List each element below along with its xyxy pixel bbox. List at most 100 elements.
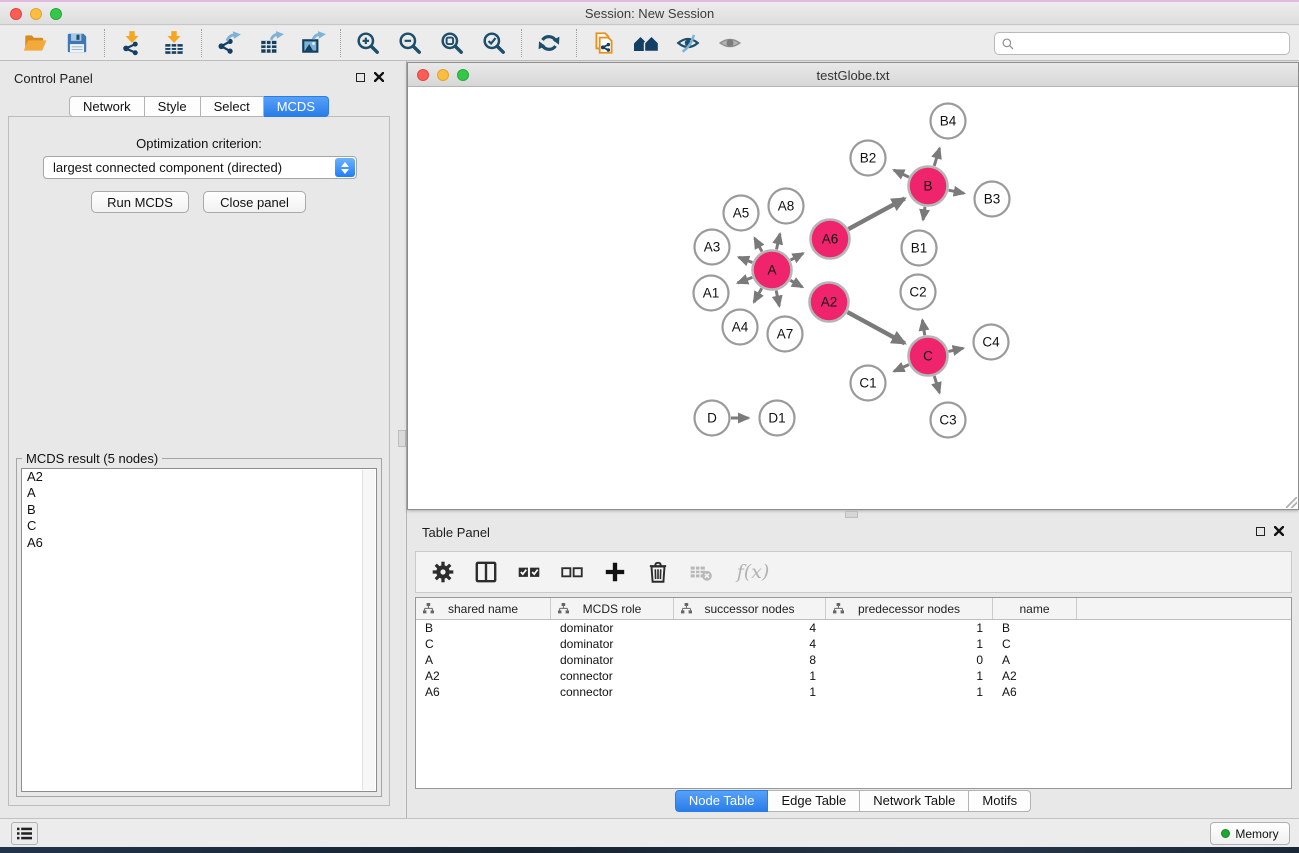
duplicate-network-button[interactable] [589, 29, 619, 57]
node-A2[interactable]: A2 [810, 283, 849, 322]
result-item[interactable]: B [22, 502, 376, 518]
refresh-view-button[interactable] [534, 29, 564, 57]
edge-C-C3[interactable] [934, 376, 939, 393]
cell-shared-name[interactable]: A6 [416, 685, 551, 699]
task-history-button[interactable] [11, 822, 38, 845]
memory-button[interactable]: Memory [1210, 822, 1290, 845]
node-A7[interactable]: A7 [768, 317, 803, 352]
cell-name[interactable]: A2 [993, 669, 1077, 683]
edge-A-A6[interactable] [791, 253, 804, 260]
column-header-predecessor-nodes[interactable]: predecessor nodes [826, 598, 993, 619]
zoom-out-button[interactable] [395, 29, 425, 57]
control-panel-close-button[interactable] [374, 72, 384, 82]
edge-A-A7[interactable] [776, 291, 779, 306]
table-row[interactable]: A2connector11A2 [416, 668, 1291, 684]
edge-B-B4[interactable] [934, 148, 939, 166]
delete-columns-button[interactable] [645, 559, 671, 585]
zoom-fit-button[interactable] [437, 29, 467, 57]
close-panel-button[interactable]: Close panel [203, 191, 306, 213]
cell-shared-name[interactable]: A [416, 653, 551, 667]
edge-B-B2[interactable] [894, 170, 909, 177]
edge-A-A2[interactable] [790, 280, 802, 287]
node-A6[interactable]: A6 [811, 220, 850, 259]
cell-shared-name[interactable]: B [416, 621, 551, 635]
import-network-button[interactable] [117, 29, 147, 57]
cell-name[interactable]: A [993, 653, 1077, 667]
cell-name[interactable]: C [993, 637, 1077, 651]
edge-A-A3[interactable] [739, 257, 753, 262]
cell-MCDS-role[interactable]: dominator [551, 637, 674, 651]
save-session-button[interactable] [62, 29, 92, 57]
table-panel-close-button[interactable] [1274, 526, 1284, 536]
result-item[interactable]: C [22, 518, 376, 534]
cell-predecessor-nodes[interactable]: 1 [826, 669, 993, 683]
column-header-shared-name[interactable]: shared name [416, 598, 551, 619]
birds-eye-view-button[interactable] [715, 29, 745, 57]
table-row[interactable]: Bdominator41B [416, 620, 1291, 636]
tab-edge-table[interactable]: Edge Table [768, 790, 860, 812]
edge-C-C4[interactable] [948, 348, 963, 351]
table-settings-button[interactable] [430, 559, 456, 585]
node-B2[interactable]: B2 [851, 141, 886, 176]
export-network-button[interactable] [214, 29, 244, 57]
tab-motifs[interactable]: Motifs [969, 790, 1031, 812]
node-A3[interactable]: A3 [695, 230, 730, 265]
node-C4[interactable]: C4 [974, 325, 1009, 360]
table-row[interactable]: Cdominator41C [416, 636, 1291, 652]
node-A5[interactable]: A5 [724, 196, 759, 231]
edge-C-C1[interactable] [894, 365, 909, 372]
edge-C-C2[interactable] [922, 320, 924, 335]
result-item[interactable]: A6 [22, 535, 376, 551]
node-C1[interactable]: C1 [851, 366, 886, 401]
window-resize-grip[interactable] [1286, 497, 1297, 508]
edge-A-A1[interactable] [738, 277, 753, 283]
node-B[interactable]: B [909, 167, 948, 206]
tab-mcds[interactable]: MCDS [264, 96, 329, 117]
node-C3[interactable]: C3 [931, 403, 966, 438]
node-table[interactable]: shared nameMCDS rolesuccessor nodesprede… [415, 597, 1292, 789]
node-C2[interactable]: C2 [901, 275, 936, 310]
cell-name[interactable]: B [993, 621, 1077, 635]
network-graph[interactable]: AA1A2A3A4A5A6A7A8BB1B2B3B4CC1C2C3C4DD1 [408, 88, 1298, 509]
edge-B-B3[interactable] [949, 190, 964, 193]
create-column-button[interactable] [602, 559, 628, 585]
function-builder-button[interactable]: f(x) [731, 559, 775, 585]
cell-name[interactable]: A6 [993, 685, 1077, 699]
result-item[interactable]: A2 [22, 469, 376, 485]
tab-node-table[interactable]: Node Table [675, 790, 769, 812]
cell-predecessor-nodes[interactable]: 1 [826, 637, 993, 651]
table-row[interactable]: A6connector11A6 [416, 684, 1291, 700]
criterion-dropdown[interactable]: largest connected component (directed) [43, 156, 357, 179]
cell-shared-name[interactable]: C [416, 637, 551, 651]
run-mcds-button[interactable]: Run MCDS [91, 191, 189, 213]
table-splitter-handle[interactable] [845, 511, 858, 518]
home-button[interactable] [631, 29, 661, 57]
node-C[interactable]: C [909, 337, 948, 376]
show-graphics-details-button[interactable] [673, 29, 703, 57]
delete-table-button[interactable] [688, 559, 714, 585]
export-image-button[interactable] [298, 29, 328, 57]
unselect-all-columns-button[interactable] [559, 559, 585, 585]
cell-successor-nodes[interactable]: 4 [674, 621, 826, 635]
cell-MCDS-role[interactable]: connector [551, 669, 674, 683]
panel-splitter-handle[interactable] [398, 430, 406, 447]
node-D1[interactable]: D1 [760, 401, 795, 436]
column-header-successor-nodes[interactable]: successor nodes [674, 598, 826, 619]
edge-A-A4[interactable] [754, 288, 762, 302]
result-item[interactable]: A [22, 485, 376, 501]
cell-predecessor-nodes[interactable]: 0 [826, 653, 993, 667]
cell-predecessor-nodes[interactable]: 1 [826, 621, 993, 635]
export-table-button[interactable] [256, 29, 286, 57]
cell-successor-nodes[interactable]: 1 [674, 685, 826, 699]
tab-style[interactable]: Style [145, 96, 201, 117]
import-table-button[interactable] [159, 29, 189, 57]
edge-B-B1[interactable] [923, 207, 925, 220]
search-input[interactable] [1015, 35, 1289, 53]
node-B3[interactable]: B3 [975, 182, 1010, 217]
cell-MCDS-role[interactable]: dominator [551, 653, 674, 667]
network-window-titlebar[interactable]: testGlobe.txt [408, 63, 1298, 87]
node-A[interactable]: A [753, 251, 792, 290]
column-header-MCDS-role[interactable]: MCDS role [551, 598, 674, 619]
tab-select[interactable]: Select [201, 96, 264, 117]
zoom-selected-button[interactable] [479, 29, 509, 57]
